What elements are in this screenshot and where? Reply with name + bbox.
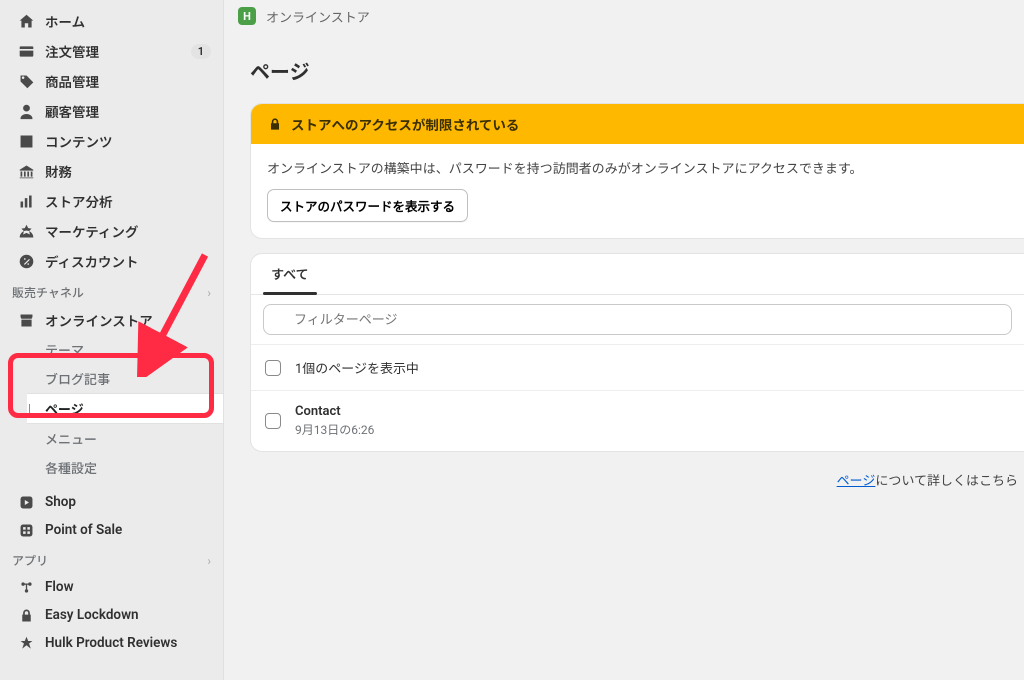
- breadcrumb: H オンラインストア: [224, 0, 1024, 32]
- nav-shop-channel[interactable]: Shop: [0, 488, 223, 516]
- nav-pos-channel[interactable]: Point of Sale: [0, 516, 223, 544]
- nav-label: コンテンツ: [45, 131, 113, 151]
- nav-app-reviews[interactable]: Hulk Product Reviews: [0, 629, 223, 657]
- sidebar: ホーム 注文管理 1 商品管理 顧客管理 コンテンツ: [0, 0, 224, 680]
- tab-all[interactable]: すべて: [263, 254, 317, 294]
- section-label-text: 販売チャネル: [12, 284, 84, 301]
- tabs: すべて: [251, 254, 1024, 295]
- row-subtitle: 9月13日の6:26: [295, 421, 374, 438]
- row-title: Contact: [295, 404, 374, 419]
- nav-content[interactable]: コンテンツ: [0, 126, 223, 156]
- home-icon: [17, 12, 35, 30]
- filter-input[interactable]: [263, 304, 1012, 335]
- nav-label: Shop: [45, 494, 76, 510]
- nav-marketing[interactable]: マーケティング: [0, 216, 223, 246]
- subnav-blog-posts[interactable]: ブログ記事: [27, 364, 223, 393]
- content-icon: [17, 132, 35, 150]
- nav-products[interactable]: 商品管理: [0, 66, 223, 96]
- shop-icon: [17, 493, 35, 511]
- products-icon: [17, 72, 35, 90]
- nav-finance[interactable]: 財務: [0, 156, 223, 186]
- footer-help: ページについて詳しくはこちら: [250, 452, 1024, 489]
- subnav-pages[interactable]: ページ: [27, 393, 223, 424]
- nav-discounts[interactable]: ディスカウント: [0, 246, 223, 276]
- orders-icon: [17, 42, 35, 60]
- pos-icon: [17, 521, 35, 539]
- subnav-label: メニュー: [45, 429, 97, 448]
- table-row[interactable]: Contact 9月13日の6:26: [251, 391, 1024, 451]
- nav-label: 商品管理: [45, 71, 99, 91]
- chevron-right-icon[interactable]: ›: [207, 554, 211, 568]
- select-all-checkbox[interactable]: [265, 360, 281, 376]
- nav-label: 財務: [45, 161, 72, 181]
- nav-label: Hulk Product Reviews: [45, 635, 177, 651]
- nav-label: ディスカウント: [45, 251, 139, 271]
- list-header-row: 1個のページを表示中: [251, 345, 1024, 391]
- orders-badge: 1: [191, 44, 211, 59]
- analytics-icon: [17, 192, 35, 210]
- subnav-label: 各種設定: [45, 458, 97, 477]
- nav-online-store[interactable]: オンラインストア: [0, 305, 223, 335]
- nav-label: 注文管理: [45, 41, 99, 61]
- chevron-right-icon[interactable]: ›: [207, 286, 211, 300]
- nav-label: オンラインストア: [45, 310, 153, 330]
- nav-app-flow[interactable]: Flow: [0, 573, 223, 601]
- customers-icon: [17, 102, 35, 120]
- nav-analytics[interactable]: ストア分析: [0, 186, 223, 216]
- online-store-subnav: テーマ ブログ記事 ページ メニュー 各種設定: [0, 335, 223, 482]
- main-content: H オンラインストア ページ ストアへのアクセスが制限されている オンラインスト…: [224, 0, 1024, 680]
- nav-label: マーケティング: [45, 221, 138, 241]
- finance-icon: [17, 162, 35, 180]
- nav-label: Easy Lockdown: [45, 607, 139, 623]
- subnav-navigation[interactable]: メニュー: [27, 424, 223, 453]
- breadcrumb-title: オンラインストア: [266, 7, 370, 26]
- reviews-icon: [17, 634, 35, 652]
- nav-label: ホーム: [45, 11, 85, 31]
- footer-help-link[interactable]: ページ: [837, 474, 876, 489]
- nav-customers[interactable]: 顧客管理: [0, 96, 223, 126]
- discounts-icon: [17, 252, 35, 270]
- subnav-label: ブログ記事: [45, 369, 110, 388]
- list-count-text: 1個のページを表示中: [295, 358, 419, 377]
- nav-label: Point of Sale: [45, 522, 122, 538]
- subnav-preferences[interactable]: 各種設定: [27, 453, 223, 482]
- marketing-icon: [17, 222, 35, 240]
- store-icon: [17, 311, 35, 329]
- section-sales-channels: 販売チャネル ›: [0, 276, 223, 305]
- section-apps: アプリ ›: [0, 544, 223, 573]
- alert-body: オンラインストアの構築中は、パスワードを持つ訪問者のみがオンラインストアにアクセ…: [267, 158, 1008, 177]
- nav-app-lockdown[interactable]: Easy Lockdown: [0, 601, 223, 629]
- pages-list-card: すべて 1個のページを表示中 Contact: [250, 253, 1024, 452]
- lock-icon: [17, 606, 35, 624]
- app-logo-icon: H: [238, 7, 256, 25]
- tab-label: すべて: [271, 268, 309, 283]
- nav-label: ストア分析: [45, 191, 113, 211]
- alert-banner: ストアへのアクセスが制限されている: [251, 104, 1024, 144]
- nav-home[interactable]: ホーム: [0, 6, 223, 36]
- page-title: ページ: [250, 56, 1024, 85]
- row-checkbox[interactable]: [265, 413, 281, 429]
- alert-title: ストアへのアクセスが制限されている: [291, 114, 519, 134]
- section-label-text: アプリ: [12, 552, 48, 569]
- lock-icon: [267, 116, 283, 132]
- show-password-button[interactable]: ストアのパスワードを表示する: [267, 189, 468, 222]
- subnav-label: テーマ: [45, 340, 84, 359]
- subnav-label: ページ: [45, 399, 84, 418]
- password-alert-card: ストアへのアクセスが制限されている オンラインストアの構築中は、パスワードを持つ…: [250, 103, 1024, 239]
- subnav-themes[interactable]: テーマ: [27, 335, 223, 364]
- nav-label: 顧客管理: [45, 101, 99, 121]
- flow-icon: [17, 578, 35, 596]
- nav-label: Flow: [45, 579, 74, 595]
- nav-orders[interactable]: 注文管理 1: [0, 36, 223, 66]
- footer-help-suffix: について詳しくはこちら: [875, 474, 1018, 489]
